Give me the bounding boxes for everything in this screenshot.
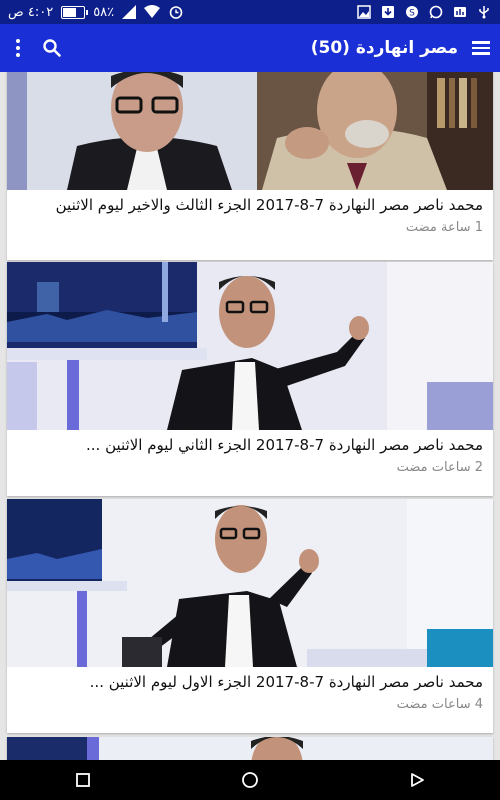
card-text: محمد ناصر مصر النهاردة 7-8-2017 الجزء ال…	[7, 190, 493, 260]
search-icon[interactable]	[42, 38, 62, 58]
video-time: 1 ساعة مضت	[405, 220, 483, 235]
whatsapp-icon	[428, 4, 444, 20]
video-time: 2 ساعات مضت	[396, 460, 483, 475]
signal-icon	[122, 5, 137, 19]
card-text: محمد ناصر مصر النهاردة 7-8-2017 الجزء ال…	[7, 430, 493, 496]
overflow-menu-icon[interactable]	[16, 39, 20, 57]
download-icon	[380, 4, 396, 20]
title-wrap: مصر انهاردة (50)	[311, 38, 490, 58]
video-card[interactable]: محمد ناصر مصر النهاردة 7-8-2017 الجزء ال…	[7, 72, 493, 260]
video-card[interactable]	[7, 737, 493, 760]
clock: ٤:٠٢ ص	[8, 4, 54, 20]
video-card[interactable]: محمد ناصر مصر النهاردة 7-8-2017 الجزء ال…	[7, 262, 493, 496]
video-card[interactable]: محمد ناصر مصر النهاردة 7-8-2017 الجزء ال…	[7, 499, 493, 733]
home-icon[interactable]	[230, 760, 270, 800]
video-title[interactable]: محمد ناصر مصر النهاردة 7-8-2017 الجزء ال…	[17, 196, 483, 214]
app-bar: مصر انهاردة (50)	[0, 24, 500, 72]
status-left: ٤:٠٢ ص ٥٨٪	[8, 4, 184, 20]
card-text: محمد ناصر مصر النهاردة 7-8-2017 الجزء ال…	[7, 667, 493, 733]
notification-icon	[452, 4, 468, 20]
recents-icon[interactable]	[63, 760, 103, 800]
status-right: S	[356, 4, 492, 20]
svg-text:S: S	[409, 9, 415, 19]
page-title: مصر انهاردة (50)	[310, 38, 458, 58]
menu-icon[interactable]	[472, 41, 490, 55]
video-title[interactable]: محمد ناصر مصر النهاردة 7-8-2017 الجزء ال…	[17, 436, 483, 454]
battery-level: ٥٨٪	[93, 4, 115, 20]
video-title[interactable]: محمد ناصر مصر النهاردة 7-8-2017 الجزء ال…	[17, 673, 483, 691]
status-bar: ٤:٠٢ ص ٥٨٪ S	[0, 0, 500, 24]
video-thumbnail[interactable]	[7, 262, 493, 430]
video-thumbnail[interactable]	[7, 737, 493, 760]
gallery-icon	[356, 4, 372, 20]
alarm-icon	[168, 4, 184, 20]
video-feed[interactable]: محمد ناصر مصر النهاردة 7-8-2017 الجزء ال…	[0, 72, 500, 760]
system-nav-bar	[0, 760, 500, 800]
back-icon[interactable]	[397, 760, 437, 800]
usb-icon	[476, 4, 492, 20]
video-thumbnail[interactable]	[7, 72, 493, 190]
video-time: 4 ساعات مضت	[396, 697, 483, 712]
app-bar-actions	[16, 38, 62, 58]
video-thumbnail[interactable]	[7, 499, 493, 667]
battery-icon	[61, 5, 89, 19]
wifi-icon	[144, 4, 161, 20]
skype-icon: S	[404, 4, 420, 20]
